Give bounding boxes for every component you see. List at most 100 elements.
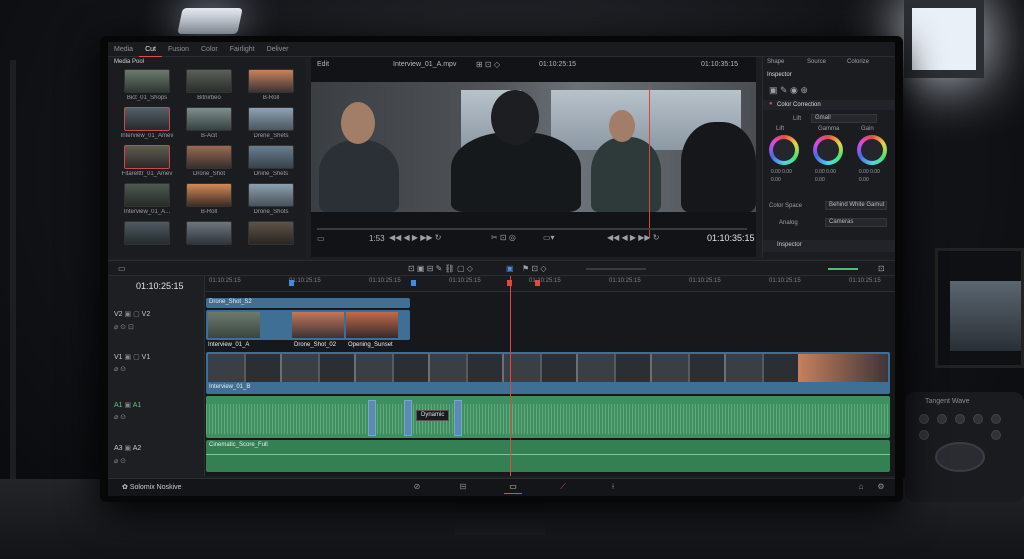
clip-name: B-Roll xyxy=(200,209,218,215)
gain-values-extra: 0.00 xyxy=(859,177,869,183)
lift-mode-label: Lift xyxy=(793,116,802,122)
timeline-view-icon[interactable]: ▭ xyxy=(118,264,126,273)
ruler-tick-label: 01:10:25:15 xyxy=(609,278,641,284)
clip-thumbnail xyxy=(186,107,232,131)
page-tab-media[interactable]: Media xyxy=(108,42,139,57)
media-pool-grid: Bict_01_Shops Bitnirbeo B-Roll Interview_01… xyxy=(118,69,303,256)
edit-tools-icon[interactable]: ⊡ ▣ ⊟ ✎ ⛓ ▢ ◇ xyxy=(408,264,473,273)
zoom-slider[interactable] xyxy=(586,268,646,270)
knob[interactable] xyxy=(991,414,1001,424)
timeline-playhead[interactable] xyxy=(510,276,511,476)
media-pool-clip[interactable]: Dnine_Shets xyxy=(242,145,300,180)
knob[interactable] xyxy=(955,414,965,424)
track-a3-toggles[interactable]: ⌀ ⊙ xyxy=(114,457,126,465)
timeline-marker[interactable] xyxy=(411,280,416,286)
color-space-select[interactable]: Behind White Gamut xyxy=(825,201,887,210)
inspector-panel: Shape Source Colorize Inspector ▣ ✎ ◉ ⊕ … xyxy=(762,57,895,257)
tab-colorize[interactable]: Colorize xyxy=(847,59,869,65)
nav-edit-icon[interactable]: ▭ xyxy=(504,482,522,494)
lift-values: 0.00 0.00 xyxy=(771,169,792,175)
nav-deliver-icon[interactable]: ⟊ xyxy=(604,482,622,494)
audio-crossfade[interactable] xyxy=(404,400,412,436)
loop-icon[interactable]: ▭ xyxy=(317,234,325,243)
media-pool-clip[interactable]: Drone_Shot xyxy=(180,145,238,180)
gamma-values: 0.00 0.00 xyxy=(815,169,836,175)
ceiling-lamp xyxy=(177,8,243,34)
inspector-tool-icons[interactable]: ▣ ✎ ◉ ⊕ xyxy=(769,85,808,96)
v2-clip-label-3: Opening_Sunset xyxy=(348,342,393,348)
media-pool-clip[interactable]: Interview_01_Amev xyxy=(118,107,176,142)
knob[interactable] xyxy=(937,414,947,424)
page-tab-fairlight[interactable]: Fairlight xyxy=(224,42,261,57)
timeline-settings-icon[interactable]: ⊡ xyxy=(878,264,885,273)
media-pool-clip[interactable] xyxy=(242,221,300,256)
viewer-scrubber[interactable] xyxy=(317,228,747,230)
clip-name: Drone_Shot xyxy=(192,171,226,177)
edit-tools-icon[interactable]: ✂ ⊡ ◎ xyxy=(491,233,516,242)
timeline-ruler[interactable]: 01:10:25:15 01:10:25:15 01:10:25:15 01:10:2… xyxy=(205,276,895,292)
gain-color-wheel[interactable] xyxy=(857,135,887,165)
transport-controls-icon[interactable]: ◀◀ ◀ ▶ ▶▶ ↻ xyxy=(389,233,442,242)
knob[interactable] xyxy=(991,430,1001,440)
lift-mode-select[interactable]: Gmall xyxy=(811,114,877,123)
media-pool-clip[interactable]: Drone_Shots xyxy=(242,183,300,218)
a1-audio-clip[interactable] xyxy=(206,396,890,438)
gamma-color-wheel[interactable] xyxy=(813,135,843,165)
media-pool-clip[interactable]: Drene_Shets xyxy=(242,107,300,142)
a2-audio-clip[interactable]: Cinematic_Score_Full xyxy=(206,440,890,472)
tab-source[interactable]: Source xyxy=(807,59,826,65)
nav-color-icon[interactable]: ⟋ xyxy=(554,482,572,494)
tab-shape[interactable]: Shape xyxy=(767,59,784,65)
media-pool-clip[interactable]: B-Roll xyxy=(180,183,238,218)
display-mode-icon[interactable]: ▭▾ xyxy=(543,233,555,242)
media-pool-clip[interactable]: B-Acit xyxy=(180,107,238,142)
track-v1-toggles[interactable]: ⌀ ⊙ xyxy=(114,365,126,373)
media-pool-clip[interactable]: Bict_01_Shops xyxy=(118,69,176,104)
lift-values-extra: 0.00 xyxy=(771,177,781,183)
v2-title-bar[interactable]: Drone_Shot_S2 xyxy=(206,298,410,308)
media-pool-clip[interactable]: Interview_01_A... xyxy=(118,183,176,218)
snapping-icon[interactable]: ▣ xyxy=(506,264,514,273)
lift-color-wheel[interactable] xyxy=(769,135,799,165)
knob[interactable] xyxy=(919,414,929,424)
audio-crossfade[interactable] xyxy=(454,400,462,436)
track-a1-toggles[interactable]: ⌀ ⊙ xyxy=(114,413,126,421)
page-tab-cut[interactable]: Cut xyxy=(139,42,162,57)
media-pool-clip[interactable]: Fitarelttr_01_Amev xyxy=(118,145,176,180)
clip-thumbnail xyxy=(124,69,170,93)
inspector-header-tabs: Shape Source Colorize xyxy=(767,59,895,69)
v2-clip-label-1: Interview_01_A xyxy=(208,342,250,348)
audio-crossfade[interactable] xyxy=(368,400,376,436)
record-transport-icon[interactable]: ◀◀ ◀ ▶ ▶▶ ↻ xyxy=(607,233,660,242)
viewer-bottom-timecode: 01:10:35:15 xyxy=(707,233,755,243)
viewer-options-icon[interactable]: ⊞ ⊡ ◇ xyxy=(476,60,500,69)
media-pool-clip[interactable] xyxy=(118,221,176,256)
track-v2-toggles[interactable]: ⌀ ⊙ ⊡ xyxy=(114,323,134,331)
media-pool-clip[interactable] xyxy=(180,221,238,256)
knob[interactable] xyxy=(919,430,929,440)
v2-clip-thumb xyxy=(208,312,260,338)
home-icon[interactable]: ⌂ xyxy=(852,482,870,494)
media-pool-clip[interactable]: Bitnirbeo xyxy=(180,69,238,104)
v2-clip-group[interactable] xyxy=(206,310,410,340)
clip-name: Interview_01_A... xyxy=(123,209,171,215)
a2-volume-line[interactable] xyxy=(206,454,890,455)
page-tab-fusion[interactable]: Fusion xyxy=(162,42,195,57)
knob[interactable] xyxy=(973,414,983,424)
analog-select[interactable]: Cameras xyxy=(825,218,887,227)
page-tab-deliver[interactable]: Deliver xyxy=(261,42,295,57)
settings-icon[interactable]: ⚙ xyxy=(872,482,890,494)
jog-dial[interactable] xyxy=(935,442,985,472)
page-tab-color[interactable]: Color xyxy=(195,42,224,57)
clip-name: Dnine_Shets xyxy=(253,171,289,177)
nav-cut-icon[interactable]: ⊟ xyxy=(454,482,472,494)
control-surface-label: Tangent Wave xyxy=(925,398,970,405)
v1-clip[interactable]: Interview_01_B xyxy=(206,352,890,394)
media-pool-clip[interactable]: B-Roll xyxy=(242,69,300,104)
light-stand xyxy=(10,60,16,500)
ruler-tick-label: 01:10:25:15 xyxy=(289,278,321,284)
interviewee-right xyxy=(591,137,661,212)
nav-media-icon[interactable]: ⊘ xyxy=(408,482,426,494)
flag-icon[interactable]: ⚑ ⊡ ◇ xyxy=(522,264,546,273)
clip-name: B-Roll xyxy=(262,95,280,101)
